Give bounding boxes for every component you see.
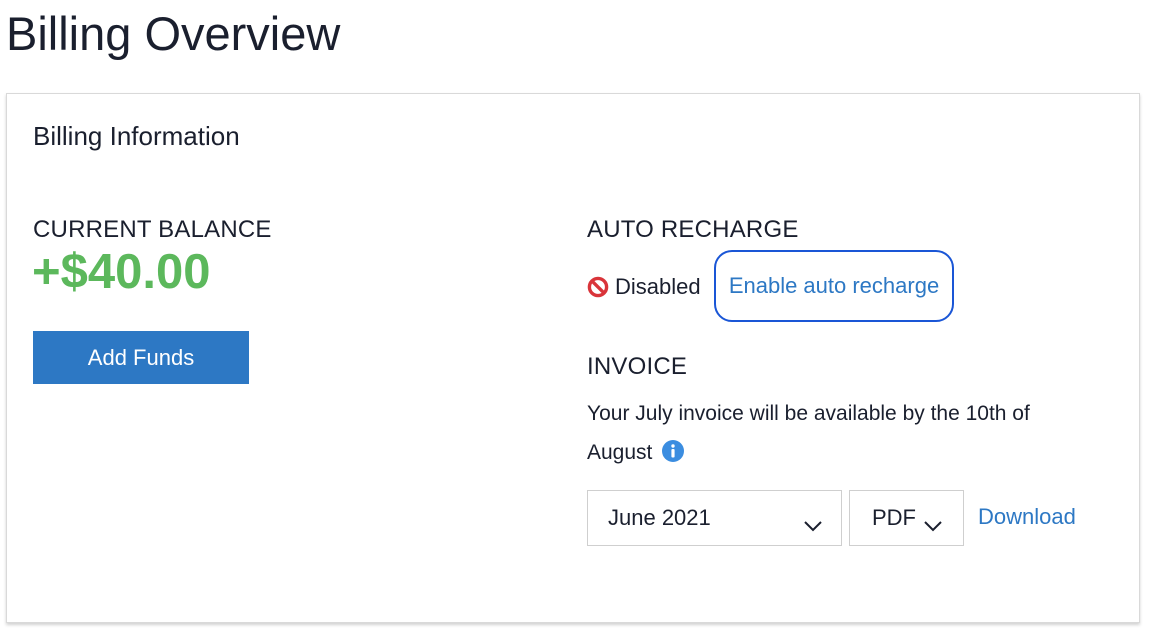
auto-recharge-heading: AUTO RECHARGE (587, 216, 799, 243)
current-balance-amount: +$40.00 (32, 245, 211, 299)
invoice-message: Your July invoice will be available by t… (587, 394, 1107, 472)
billing-information-card: Billing Information CURRENT BALANCE +$40… (6, 93, 1140, 623)
invoice-message-line1: Your July invoice will be available by t… (587, 402, 1030, 425)
add-funds-button[interactable]: Add Funds (33, 331, 249, 384)
invoice-format-value: PDF (872, 505, 916, 530)
chevron-down-icon (923, 512, 943, 532)
chevron-down-icon (803, 512, 823, 532)
auto-recharge-status: Disabled (587, 272, 701, 302)
invoice-heading: INVOICE (587, 353, 688, 380)
disabled-icon (587, 276, 609, 298)
enable-auto-recharge-button[interactable]: Enable auto recharge (714, 250, 954, 322)
invoice-message-line2: August (587, 441, 653, 464)
auto-recharge-status-text: Disabled (615, 274, 701, 299)
invoice-month-select[interactable]: June 2021 (587, 490, 842, 546)
download-invoice-link[interactable]: Download (978, 502, 1076, 532)
invoice-month-value: June 2021 (608, 505, 711, 530)
info-icon[interactable] (662, 436, 685, 462)
page-title: Billing Overview (6, 7, 341, 60)
invoice-format-select[interactable]: PDF (849, 490, 964, 546)
card-title: Billing Information (33, 121, 240, 151)
